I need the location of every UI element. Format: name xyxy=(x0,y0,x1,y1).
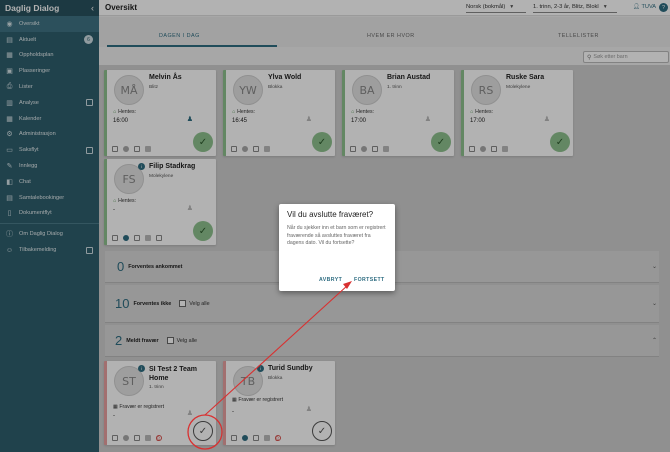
dialog-title: Vil du avslutte fraværet? xyxy=(287,210,374,219)
cancel-button[interactable]: AVBRYT xyxy=(319,277,342,283)
end-absence-dialog: Vil du avslutte fraværet? Når du sjekker… xyxy=(279,204,395,291)
confirm-button[interactable]: FORTSETT xyxy=(354,277,385,283)
dialog-body: Når du sjekker inn et barn som er regist… xyxy=(287,225,386,247)
